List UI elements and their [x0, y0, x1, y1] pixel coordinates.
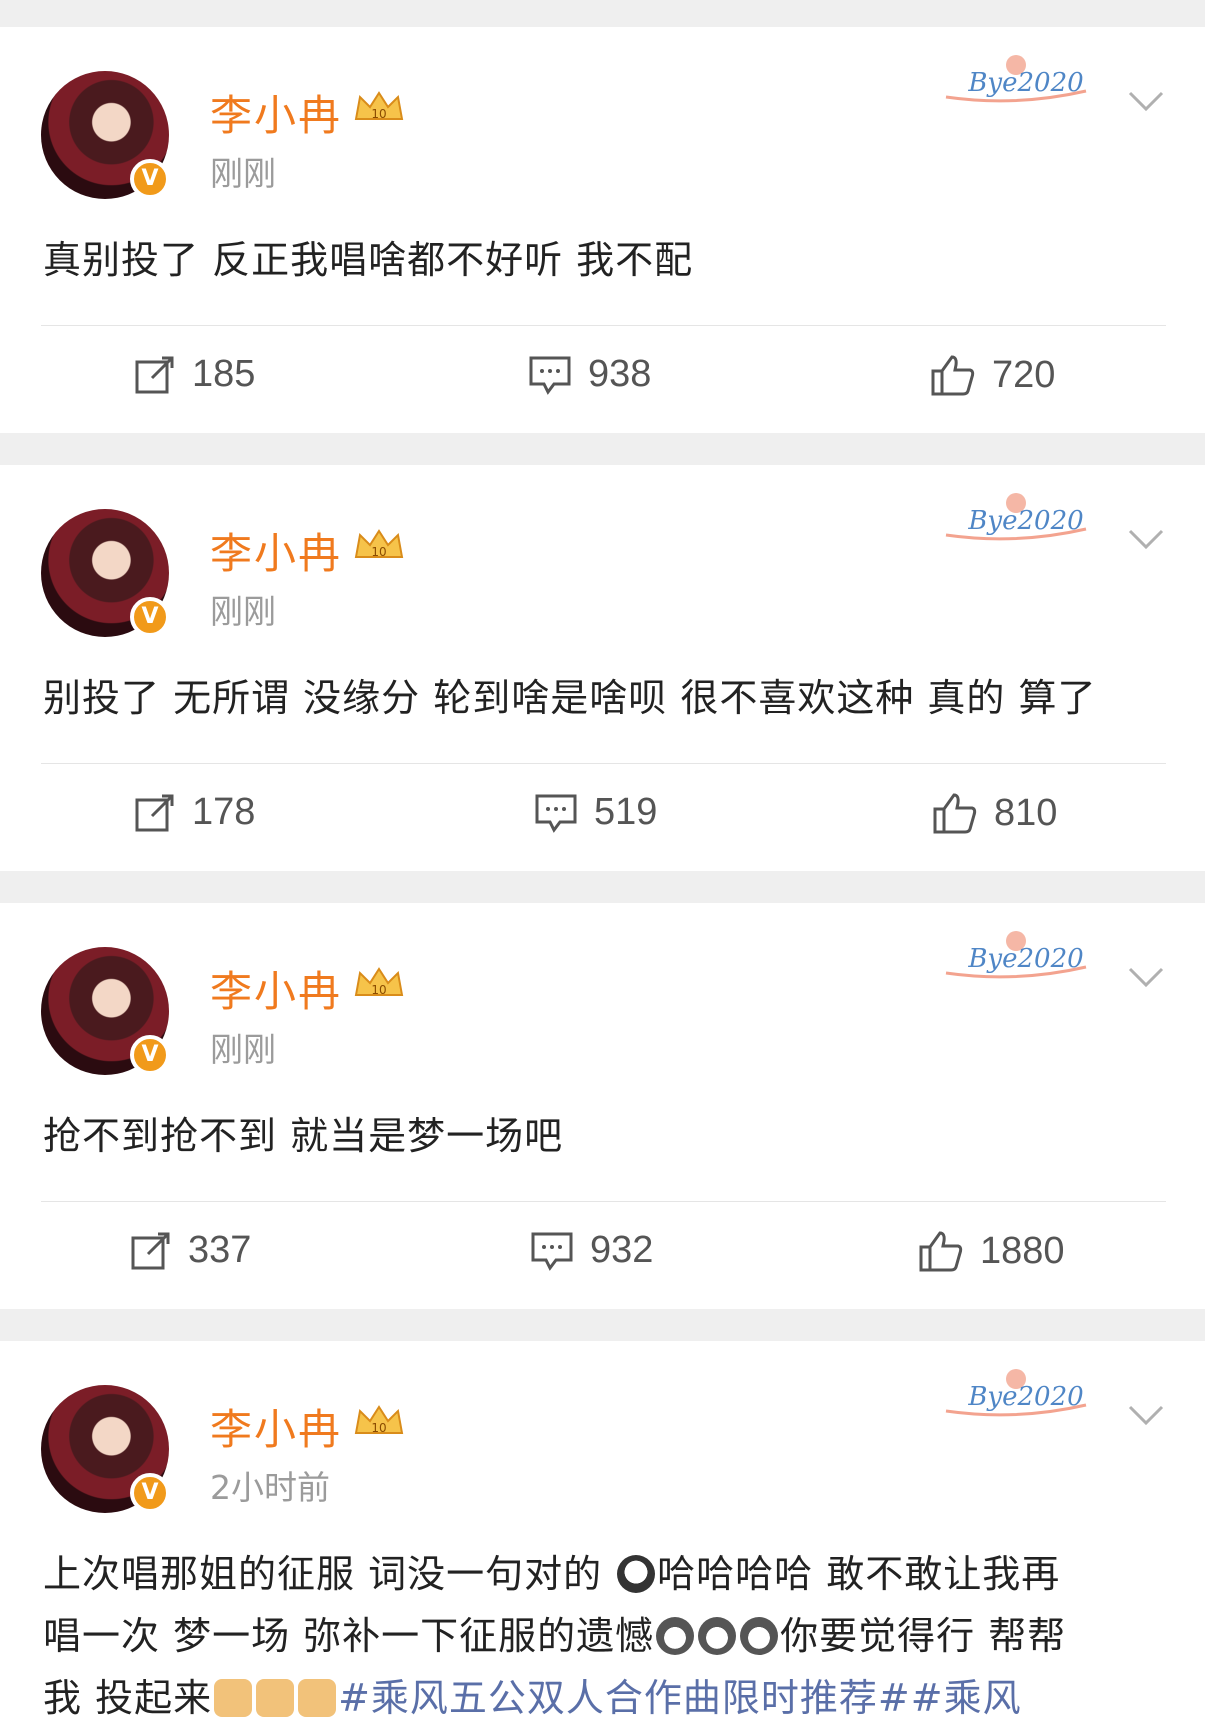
like-button[interactable]: 810: [932, 791, 1057, 835]
username[interactable]: 李小冉: [210, 1396, 342, 1457]
divider: [41, 1201, 1166, 1202]
post-card: V 李小冉 10 2小时前 Bye2020 上次唱那姐的征服 词没一句对的 哈哈…: [0, 1341, 1205, 1736]
flexed-arm-emoji-icon: [214, 1679, 253, 1717]
post-card: V 李小冉 10 刚刚 Bye2020 真别投了 反正我唱啥都不好听 我不配 1…: [0, 27, 1205, 433]
divider: [41, 325, 1166, 326]
crown-icon: 10: [354, 91, 404, 121]
repost-count: 337: [188, 1229, 252, 1271]
flexed-arm-emoji-icon: [256, 1679, 295, 1717]
comment-icon: [531, 1232, 573, 1271]
post-card: V 李小冉 10 刚刚 Bye2020 别投了 无所谓 没缘分 轮到啥是啥呗 很…: [0, 465, 1205, 871]
cat-emoji-icon: [740, 1617, 779, 1655]
svg-text:10: 10: [371, 107, 386, 121]
post-time: 刚刚: [210, 1030, 276, 1069]
post-text: 真别投了 反正我唱啥都不好听 我不配: [43, 238, 694, 282]
bye2020-badge-icon: Bye2020: [945, 1369, 1087, 1417]
flexed-arm-emoji-icon: [298, 1679, 337, 1717]
username[interactable]: 李小冉: [210, 958, 342, 1019]
thumbs-up-icon: [919, 1231, 963, 1272]
svg-text:Bye2020: Bye2020: [967, 944, 1083, 974]
post-time: 刚刚: [210, 154, 276, 193]
verified-badge-icon: V: [130, 159, 170, 199]
bye2020-badge-icon: Bye2020: [945, 55, 1087, 103]
comment-icon: [529, 356, 571, 395]
repost-button[interactable]: 185: [134, 353, 255, 396]
repost-button[interactable]: 178: [134, 791, 255, 834]
thumbs-up-icon: [931, 355, 975, 396]
username[interactable]: 李小冉: [210, 82, 342, 143]
chevron-down-icon[interactable]: [1126, 1403, 1166, 1427]
chevron-down-icon[interactable]: [1126, 527, 1166, 551]
comment-count: 932: [590, 1229, 654, 1271]
chevron-down-icon[interactable]: [1126, 89, 1166, 113]
chevron-down-icon[interactable]: [1126, 965, 1166, 989]
post-text-line: 唱一次 梦一场 弥补一下征服的遗憾 你要觉得行 帮帮: [43, 1614, 1067, 1658]
svg-text:10: 10: [371, 983, 386, 997]
thumbs-up-icon: [933, 793, 977, 834]
comment-button[interactable]: 932: [530, 1229, 653, 1272]
comment-button[interactable]: 938: [528, 353, 651, 396]
repost-icon: [135, 356, 174, 393]
post-text: 上次唱那姐的征服 词没一句对的 哈哈哈哈 敢不敢让我再 唱一次 梦一场 弥补一下…: [43, 1543, 1173, 1729]
repost-count: 185: [192, 353, 256, 395]
comment-count: 938: [588, 353, 652, 395]
comment-icon: [535, 794, 577, 833]
post-time: 2小时前: [210, 1468, 330, 1507]
like-button[interactable]: 1880: [918, 1229, 1065, 1273]
post-text: 别投了 无所谓 没缘分 轮到啥是啥呗 很不喜欢这种 真的 算了: [43, 676, 1097, 720]
repost-icon: [131, 1232, 170, 1269]
verified-badge-icon: V: [130, 1035, 170, 1075]
username[interactable]: 李小冉: [210, 520, 342, 581]
divider: [41, 763, 1166, 764]
comment-button[interactable]: 519: [534, 791, 657, 834]
crown-icon: 10: [354, 967, 404, 997]
repost-button[interactable]: 337: [130, 1229, 251, 1272]
cat-emoji-icon: [698, 1617, 737, 1655]
svg-text:Bye2020: Bye2020: [967, 506, 1083, 536]
like-button[interactable]: 720: [930, 353, 1055, 397]
svg-text:Bye2020: Bye2020: [967, 1382, 1083, 1412]
panda-emoji-icon: [617, 1555, 656, 1593]
like-count: 720: [992, 353, 1056, 396]
verified-badge-icon: V: [130, 597, 170, 637]
verified-badge-icon: V: [130, 1473, 170, 1513]
crown-icon: 10: [354, 529, 404, 559]
crown-icon: 10: [354, 1405, 404, 1435]
svg-text:10: 10: [371, 545, 386, 559]
repost-count: 178: [192, 791, 256, 833]
cat-emoji-icon: [656, 1617, 695, 1655]
comment-count: 519: [594, 791, 658, 833]
post-card: V 李小冉 10 刚刚 Bye2020 抢不到抢不到 就当是梦一场吧 337 9…: [0, 903, 1205, 1309]
svg-text:10: 10: [371, 1421, 386, 1435]
like-count: 1880: [980, 1229, 1065, 1272]
post-time: 刚刚: [210, 592, 276, 631]
post-text: 抢不到抢不到 就当是梦一场吧: [43, 1114, 564, 1158]
repost-icon: [135, 794, 174, 831]
hashtag-link[interactable]: #乘风五公双人合作曲限时推荐##乘风: [338, 1676, 1022, 1720]
bye2020-badge-icon: Bye2020: [945, 931, 1087, 979]
svg-text:Bye2020: Bye2020: [967, 68, 1083, 98]
bye2020-badge-icon: Bye2020: [945, 493, 1087, 541]
post-text-line: 我 投起来 #乘风五公双人合作曲限时推荐##乘风: [43, 1676, 1022, 1720]
post-text-line: 上次唱那姐的征服 词没一句对的 哈哈哈哈 敢不敢让我再: [43, 1552, 1061, 1596]
like-count: 810: [994, 791, 1058, 834]
